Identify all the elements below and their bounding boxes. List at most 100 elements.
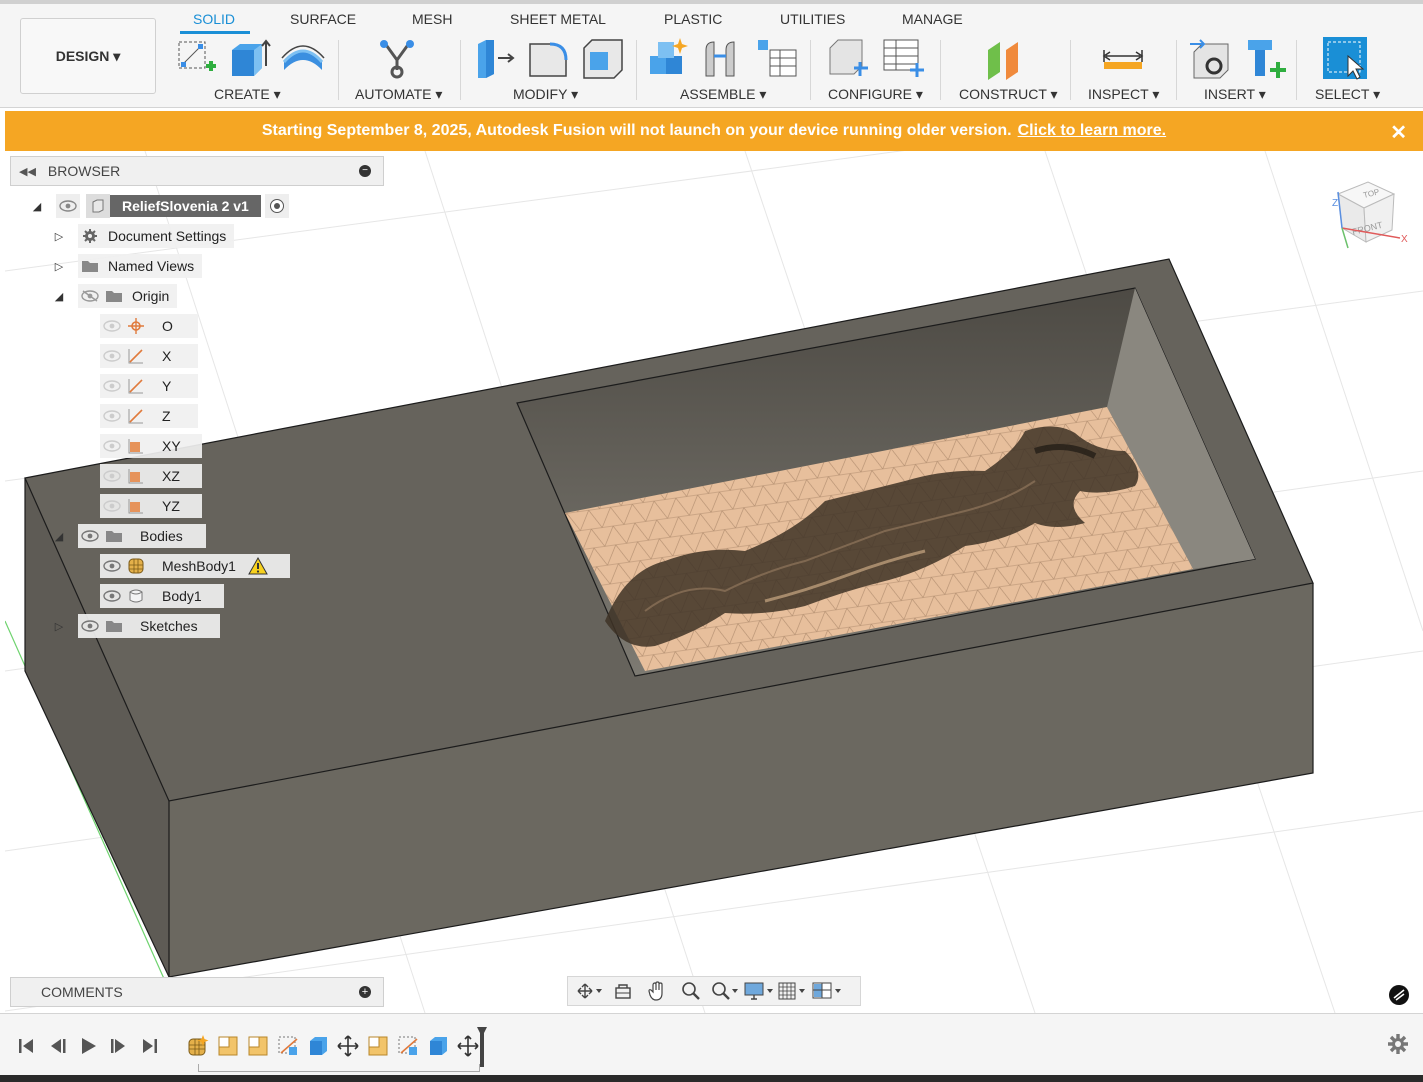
measure-icon[interactable] xyxy=(1100,36,1146,80)
joint-icon[interactable] xyxy=(700,36,746,80)
eye-icon[interactable] xyxy=(100,494,124,518)
eye-icon[interactable] xyxy=(78,614,102,638)
press-pull-icon[interactable] xyxy=(472,36,518,80)
sketch-feature-icon[interactable] xyxy=(365,1033,391,1059)
eye-icon[interactable] xyxy=(100,434,124,458)
tab-mesh[interactable]: MESH xyxy=(412,11,452,27)
eye-icon[interactable] xyxy=(100,374,124,398)
revolve-icon[interactable] xyxy=(280,36,326,80)
bom-table-icon[interactable] xyxy=(754,36,800,80)
browser-root[interactable]: ReliefSlovenia 2 v1 xyxy=(56,194,289,218)
select-icon[interactable] xyxy=(1322,36,1368,80)
warning-icon[interactable] xyxy=(246,554,270,578)
tab-manage[interactable]: MANAGE xyxy=(902,11,963,27)
tab-solid[interactable]: SOLID xyxy=(193,11,235,27)
extrude-feature-icon[interactable] xyxy=(305,1033,331,1059)
timeline-marker-handle[interactable] xyxy=(477,1027,487,1067)
configuration-table-icon[interactable] xyxy=(880,36,926,80)
expand-triangle-icon[interactable]: ▷ xyxy=(52,230,66,243)
eye-icon[interactable] xyxy=(56,194,80,218)
gear-icon[interactable] xyxy=(1386,1032,1410,1056)
close-icon[interactable]: ✕ xyxy=(1390,120,1407,145)
zoom-window-icon[interactable] xyxy=(708,977,742,1005)
inspect-menu[interactable]: INSPECT ▾ xyxy=(1088,86,1159,103)
tab-sheet-metal[interactable]: SHEET METAL xyxy=(510,11,606,27)
automate-menu[interactable]: AUTOMATE ▾ xyxy=(355,86,442,103)
browser-item-bodies[interactable]: Bodies xyxy=(78,524,206,548)
extrude-feature-icon[interactable] xyxy=(425,1033,451,1059)
grid-settings-icon[interactable] xyxy=(776,977,810,1005)
construct-menu[interactable]: CONSTRUCT ▾ xyxy=(959,86,1058,103)
eye-icon[interactable] xyxy=(100,554,124,578)
sketch-feature-icon[interactable] xyxy=(215,1033,241,1059)
insert-mcmaster-icon[interactable] xyxy=(1242,36,1288,80)
next-step-icon[interactable] xyxy=(106,1034,130,1058)
plane-feature-icon[interactable] xyxy=(395,1033,421,1059)
tab-utilities[interactable]: UTILITIES xyxy=(780,11,845,27)
last-step-icon[interactable] xyxy=(138,1034,162,1058)
browser-item-x-axis[interactable]: X xyxy=(100,344,198,368)
configure-icon[interactable] xyxy=(826,36,872,80)
browser-item-named-views[interactable]: Named Views xyxy=(78,254,203,278)
previous-step-icon[interactable] xyxy=(46,1034,70,1058)
select-menu[interactable]: SELECT ▾ xyxy=(1315,86,1380,103)
banner-learn-more-link[interactable]: Click to learn more. xyxy=(1018,122,1167,140)
browser-item-xy-plane[interactable]: XY xyxy=(100,434,202,458)
new-component-icon[interactable] xyxy=(646,36,692,80)
shell-icon[interactable] xyxy=(580,36,626,80)
view-cube[interactable]: TOP FRONT X Z xyxy=(1328,178,1412,258)
workspace-switcher-button[interactable]: DESIGN ▾ xyxy=(20,18,156,94)
tab-surface[interactable]: SURFACE xyxy=(290,11,356,27)
browser-item-z-axis[interactable]: Z xyxy=(100,404,198,428)
browser-item-yz-plane[interactable]: YZ xyxy=(100,494,202,518)
fillet-icon[interactable] xyxy=(526,36,572,80)
pan-icon[interactable] xyxy=(640,977,674,1005)
root-component-label[interactable]: ReliefSlovenia 2 v1 xyxy=(110,195,261,217)
collapse-triangle-icon[interactable]: ◢ xyxy=(52,530,66,543)
display-settings-icon[interactable] xyxy=(742,977,776,1005)
browser-item-document-settings[interactable]: Document Settings xyxy=(78,224,235,248)
new-sketch-icon[interactable] xyxy=(174,36,220,80)
eye-icon[interactable] xyxy=(100,344,124,368)
help-icon[interactable] xyxy=(1388,984,1410,1006)
collapse-browser-icon[interactable]: ◀◀ xyxy=(19,165,36,178)
play-icon[interactable] xyxy=(76,1034,100,1058)
add-comment-icon[interactable]: + xyxy=(359,986,371,998)
eye-icon[interactable] xyxy=(100,464,124,488)
insert-derive-icon[interactable] xyxy=(1188,36,1234,80)
create-menu[interactable]: CREATE ▾ xyxy=(214,86,281,103)
browser-item-origin-point[interactable]: O xyxy=(100,314,198,338)
modify-menu[interactable]: MODIFY ▾ xyxy=(513,86,578,103)
activate-radio-icon[interactable] xyxy=(264,194,289,218)
extrude-icon[interactable] xyxy=(226,36,272,80)
canvas-viewport[interactable] xyxy=(5,151,1423,1013)
eye-icon[interactable] xyxy=(100,314,124,338)
first-step-icon[interactable] xyxy=(14,1034,38,1058)
sketch-feature-icon[interactable] xyxy=(245,1033,271,1059)
configure-menu[interactable]: CONFIGURE ▾ xyxy=(828,86,923,103)
move-feature-icon[interactable] xyxy=(335,1033,361,1059)
viewports-icon[interactable] xyxy=(810,977,844,1005)
expand-triangle-icon[interactable]: ◢ xyxy=(30,200,44,213)
browser-item-xz-plane[interactable]: XZ xyxy=(100,464,202,488)
eye-icon[interactable] xyxy=(100,404,124,428)
collapse-triangle-icon[interactable]: ◢ xyxy=(52,290,66,303)
look-at-icon[interactable] xyxy=(606,977,640,1005)
orbit-icon[interactable] xyxy=(572,977,606,1005)
browser-item-sketches[interactable]: Sketches xyxy=(78,614,220,638)
mesh-feature-icon[interactable] xyxy=(185,1033,211,1059)
assemble-menu[interactable]: ASSEMBLE ▾ xyxy=(680,86,766,103)
browser-item-y-axis[interactable]: Y xyxy=(100,374,198,398)
plane-feature-icon[interactable] xyxy=(275,1033,301,1059)
eye-icon[interactable] xyxy=(78,524,102,548)
eye-hidden-icon[interactable] xyxy=(78,284,102,308)
eye-icon[interactable] xyxy=(100,584,124,608)
browser-pin-icon[interactable]: − xyxy=(359,165,371,177)
offset-plane-icon[interactable] xyxy=(982,36,1028,80)
browser-item-meshbody1[interactable]: MeshBody1 xyxy=(100,554,290,578)
tab-plastic[interactable]: PLASTIC xyxy=(664,11,722,27)
expand-triangle-icon[interactable]: ▷ xyxy=(52,260,66,273)
zoom-icon[interactable] xyxy=(674,977,708,1005)
expand-triangle-icon[interactable]: ▷ xyxy=(52,620,66,633)
browser-item-origin[interactable]: Origin xyxy=(78,284,178,308)
